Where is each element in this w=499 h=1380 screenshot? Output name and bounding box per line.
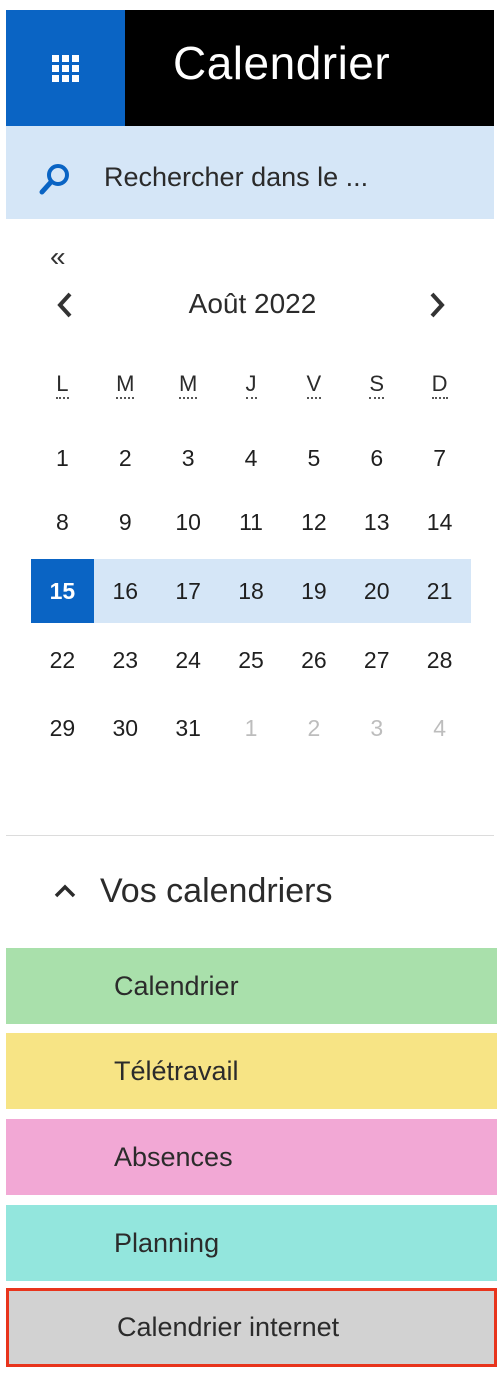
- calendar-day[interactable]: 2: [94, 426, 157, 490]
- calendar-week: 29 30 31 1 2 3 4: [31, 696, 471, 760]
- next-month-day[interactable]: 4: [408, 696, 471, 760]
- calendar-day[interactable]: 9: [94, 490, 157, 554]
- calendar-item[interactable]: Télétravail: [6, 1033, 497, 1109]
- calendar-item-label: Planning: [114, 1227, 220, 1258]
- calendar-day[interactable]: 11: [220, 490, 283, 554]
- calendar-day[interactable]: 25: [220, 628, 283, 692]
- calendar-day[interactable]: 19: [282, 559, 345, 623]
- next-month-day[interactable]: 1: [220, 696, 283, 760]
- weekday-label: M: [94, 371, 157, 407]
- calendar-item[interactable]: Planning: [6, 1205, 497, 1281]
- calendar-day[interactable]: 22: [31, 628, 94, 692]
- calendar-item-internet[interactable]: Calendrier internet: [6, 1288, 497, 1367]
- calendar-day[interactable]: 31: [157, 696, 220, 760]
- app-header: Calendrier: [6, 10, 494, 126]
- calendar-day[interactable]: 3: [157, 426, 220, 490]
- app-launcher-button[interactable]: [6, 10, 125, 126]
- calendar-item-label: Absences: [114, 1141, 233, 1172]
- calendar-day[interactable]: 30: [94, 696, 157, 760]
- collapse-calendar-button[interactable]: «: [50, 243, 66, 271]
- calendar-day[interactable]: 29: [31, 696, 94, 760]
- weekday-label: S: [345, 371, 408, 407]
- calendar-day[interactable]: 18: [220, 559, 283, 623]
- calendar-item-label: Calendrier internet: [117, 1312, 340, 1342]
- search-placeholder: Rechercher dans le ...: [104, 162, 369, 192]
- search-icon: [39, 164, 69, 195]
- chevron-right-icon: [430, 292, 445, 318]
- calendar-day[interactable]: 27: [345, 628, 408, 692]
- today-day[interactable]: 15: [31, 559, 94, 623]
- divider: [6, 835, 494, 836]
- weekday-label: M: [157, 371, 220, 407]
- calendar-day[interactable]: 10: [157, 490, 220, 554]
- calendar-day[interactable]: 7: [408, 426, 471, 490]
- calendar-day[interactable]: 16: [94, 559, 157, 623]
- current-week: 15 16 17 18 19 20 21: [31, 559, 471, 623]
- calendar-day[interactable]: 1: [31, 426, 94, 490]
- calendar-day[interactable]: 4: [220, 426, 283, 490]
- calendar-day[interactable]: 6: [345, 426, 408, 490]
- next-month-day[interactable]: 2: [282, 696, 345, 760]
- calendar-day[interactable]: 5: [282, 426, 345, 490]
- next-month-button[interactable]: [420, 286, 452, 324]
- calendar-day[interactable]: 20: [345, 559, 408, 623]
- weekday-label: D: [408, 371, 471, 407]
- app-title: Calendrier: [173, 37, 391, 89]
- waffle-icon: [52, 54, 79, 82]
- calendar-day[interactable]: 13: [345, 490, 408, 554]
- weekday-label: J: [220, 371, 283, 407]
- calendar-day[interactable]: 21: [408, 559, 471, 623]
- next-month-day[interactable]: 3: [345, 696, 408, 760]
- calendar-day[interactable]: 23: [94, 628, 157, 692]
- weekday-label: L: [31, 371, 94, 407]
- section-title: Vos calendriers: [100, 871, 333, 910]
- calendar-day[interactable]: 12: [282, 490, 345, 554]
- calendar-day[interactable]: 24: [157, 628, 220, 692]
- calendar-item[interactable]: Absences: [6, 1119, 497, 1195]
- chevron-left-icon: [57, 292, 72, 318]
- weekday-label: V: [282, 371, 345, 407]
- calendar-day[interactable]: 14: [408, 490, 471, 554]
- month-label: Août 2022: [188, 288, 317, 319]
- calendar-item-label: Télétravail: [114, 1055, 239, 1086]
- previous-month-button[interactable]: [50, 286, 82, 324]
- calendar-week: 8 9 10 11 12 13 14: [31, 490, 471, 554]
- weekday-header: L M M J V S D: [31, 371, 471, 407]
- calendar-item[interactable]: Calendrier: [6, 948, 497, 1024]
- calendar-day[interactable]: 26: [282, 628, 345, 692]
- chevron-up-icon: [54, 884, 76, 898]
- calendar-item-label: Calendrier: [114, 970, 239, 1001]
- calendar-day[interactable]: 17: [157, 559, 220, 623]
- search-input[interactable]: Rechercher dans le ...: [6, 126, 494, 219]
- calendar-day[interactable]: 8: [31, 490, 94, 554]
- calendar-week: 1 2 3 4 5 6 7: [31, 426, 471, 490]
- your-calendars-toggle[interactable]: Vos calendriers: [52, 866, 332, 916]
- calendar-day[interactable]: 28: [408, 628, 471, 692]
- calendar-week: 22 23 24 25 26 27 28: [31, 628, 471, 692]
